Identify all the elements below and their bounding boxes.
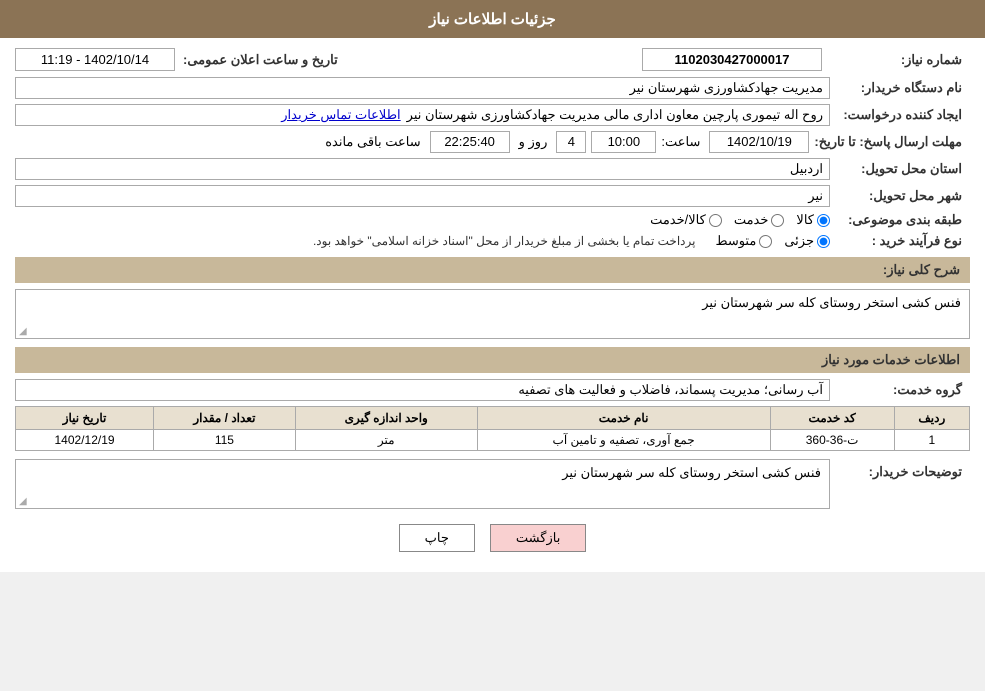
main-content: شماره نیاز: 1102030427000017 تاریخ و ساع… <box>0 38 985 572</box>
col-row-num: ردیف <box>894 407 969 430</box>
description-section-header: شرح کلی نیاز: <box>15 257 970 283</box>
col-service-name: نام خدمت <box>477 407 770 430</box>
buyer-desc-corner: ◢ <box>19 496 27 507</box>
print-button[interactable]: چاپ <box>399 524 475 552</box>
purchase-medium-item: متوسط <box>715 233 772 249</box>
col-date: تاریخ نیاز <box>16 407 154 430</box>
category-both-label: کالا/خدمت <box>650 212 706 228</box>
button-row: بازگشت چاپ <box>15 524 970 552</box>
buyer-desc-wrapper: فنس کشی استخر روستای کله سر شهرستان نیر … <box>15 459 830 509</box>
remaining-value: 22:25:40 <box>430 131 510 153</box>
category-kala-item: کالا <box>796 212 830 228</box>
purchase-note: پرداخت تمام یا بخشی از مبلغ خریدار از مح… <box>313 234 696 248</box>
requester-label: ایجاد کننده درخواست: <box>830 107 970 123</box>
purchase-type-row: نوع فرآیند خرید : جزئی متوسط پرداخت تمام… <box>15 233 970 249</box>
category-row: طبقه بندی موضوعی: کالا خدمت کالا/خدمت <box>15 212 970 228</box>
service-group-label: گروه خدمت: <box>830 382 970 398</box>
purchase-partial-radio[interactable] <box>817 235 830 248</box>
need-number-label: شماره نیاز: <box>830 52 970 68</box>
category-khedmat-label: خدمت <box>734 212 769 228</box>
purchase-medium-label: متوسط <box>715 233 756 249</box>
description-section-title: شرح کلی نیاز: <box>883 262 960 277</box>
deadline-row: مهلت ارسال پاسخ: تا تاریخ: 1402/10/19 سا… <box>15 131 970 153</box>
buyer-desc-label: توضیحات خریدار: <box>830 459 970 480</box>
province-value: اردبیل <box>15 158 830 180</box>
cell-quantity: 115 <box>154 430 296 451</box>
purchase-partial-item: جزئی <box>784 233 830 249</box>
description-corner: ◢ <box>19 326 27 337</box>
service-group-value: آب رسانی؛ مدیریت پسماند، فاضلاب و فعالیت… <box>15 379 830 401</box>
buyer-name-value: مدیریت جهادکشاورزی شهرستان نیر <box>15 77 830 99</box>
announce-date-value: 1402/10/14 - 11:19 <box>15 48 175 71</box>
back-button[interactable]: بازگشت <box>490 524 586 552</box>
service-table-body: 1 ت-36-360 جمع آوری، تصفیه و تامین آب مت… <box>16 430 970 451</box>
col-service-code: کد خدمت <box>770 407 894 430</box>
need-number-value: 1102030427000017 <box>642 48 822 71</box>
requester-value: روح اله تیموری پارچین معاون اداری مالی م… <box>15 104 830 126</box>
page-title: جزئیات اطلاعات نیاز <box>429 11 556 28</box>
buyer-desc-value: فنس کشی استخر روستای کله سر شهرستان نیر <box>15 459 830 509</box>
remaining-label: ساعت باقی مانده <box>325 134 420 150</box>
announce-row: شماره نیاز: 1102030427000017 تاریخ و ساع… <box>15 48 970 71</box>
category-both-radio[interactable] <box>709 214 722 227</box>
deadline-time: 10:00 <box>591 131 656 153</box>
category-kala-label: کالا <box>796 212 814 228</box>
category-khedmat-radio[interactable] <box>771 214 784 227</box>
purchase-type-label: نوع فرآیند خرید : <box>830 233 970 249</box>
service-table: ردیف کد خدمت نام خدمت واحد اندازه گیری ت… <box>15 406 970 451</box>
buyer-name-label: نام دستگاه خریدار: <box>830 80 970 96</box>
table-row: 1 ت-36-360 جمع آوری، تصفیه و تامین آب مت… <box>16 430 970 451</box>
deadline-day: 4 <box>556 131 586 153</box>
cell-service-code: ت-36-360 <box>770 430 894 451</box>
category-both-item: کالا/خدمت <box>650 212 722 228</box>
province-row: استان محل تحویل: اردبیل <box>15 158 970 180</box>
deadline-time-label: ساعت: <box>661 134 700 150</box>
cell-row-num: 1 <box>894 430 969 451</box>
requester-text: روح اله تیموری پارچین معاون اداری مالی م… <box>407 107 823 123</box>
service-section-title: اطلاعات خدمات مورد نیاز <box>822 352 960 367</box>
city-row: شهر محل تحویل: نیر <box>15 185 970 207</box>
cell-service-name: جمع آوری، تصفیه و تامین آب <box>477 430 770 451</box>
deadline-label: مهلت ارسال پاسخ: تا تاریخ: <box>814 134 970 150</box>
city-label: شهر محل تحویل: <box>830 188 970 204</box>
requester-row: ایجاد کننده درخواست: روح اله تیموری پارچ… <box>15 104 970 126</box>
purchase-partial-label: جزئی <box>784 233 814 249</box>
description-wrapper: فنس کشی استخر روستای کله سر شهرستان نیر … <box>15 289 970 339</box>
province-label: استان محل تحویل: <box>830 161 970 177</box>
col-quantity: تعداد / مقدار <box>154 407 296 430</box>
service-section-header: اطلاعات خدمات مورد نیاز <box>15 347 970 373</box>
cell-date: 1402/12/19 <box>16 430 154 451</box>
deadline-date: 1402/10/19 <box>709 131 809 153</box>
purchase-radio-group: جزئی متوسط <box>715 233 830 249</box>
announce-date-label: تاریخ و ساعت اعلان عمومی: <box>183 52 338 68</box>
category-khedmat-item: خدمت <box>734 212 785 228</box>
category-radio-group: کالا خدمت کالا/خدمت <box>650 212 830 228</box>
cell-unit: متر <box>295 430 477 451</box>
city-value: نیر <box>15 185 830 207</box>
page-header: جزئیات اطلاعات نیاز <box>0 0 985 38</box>
buyer-desc-row: توضیحات خریدار: فنس کشی استخر روستای کله… <box>15 459 970 509</box>
category-kala-radio[interactable] <box>817 214 830 227</box>
contact-info-link[interactable]: اطلاعات تماس خریدار <box>281 107 400 123</box>
service-table-header-row: ردیف کد خدمت نام خدمت واحد اندازه گیری ت… <box>16 407 970 430</box>
purchase-type-content: جزئی متوسط پرداخت تمام یا بخشی از مبلغ خ… <box>15 233 830 249</box>
deadline-day-label: روز و <box>519 134 548 150</box>
description-value: فنس کشی استخر روستای کله سر شهرستان نیر <box>15 289 970 339</box>
buyer-name-row: نام دستگاه خریدار: مدیریت جهادکشاورزی شه… <box>15 77 970 99</box>
category-label: طبقه بندی موضوعی: <box>830 212 970 228</box>
service-group-row: گروه خدمت: آب رسانی؛ مدیریت پسماند، فاضل… <box>15 379 970 401</box>
page-wrapper: جزئیات اطلاعات نیاز شماره نیاز: 11020304… <box>0 0 985 572</box>
service-table-head: ردیف کد خدمت نام خدمت واحد اندازه گیری ت… <box>16 407 970 430</box>
col-unit: واحد اندازه گیری <box>295 407 477 430</box>
purchase-medium-radio[interactable] <box>759 235 772 248</box>
